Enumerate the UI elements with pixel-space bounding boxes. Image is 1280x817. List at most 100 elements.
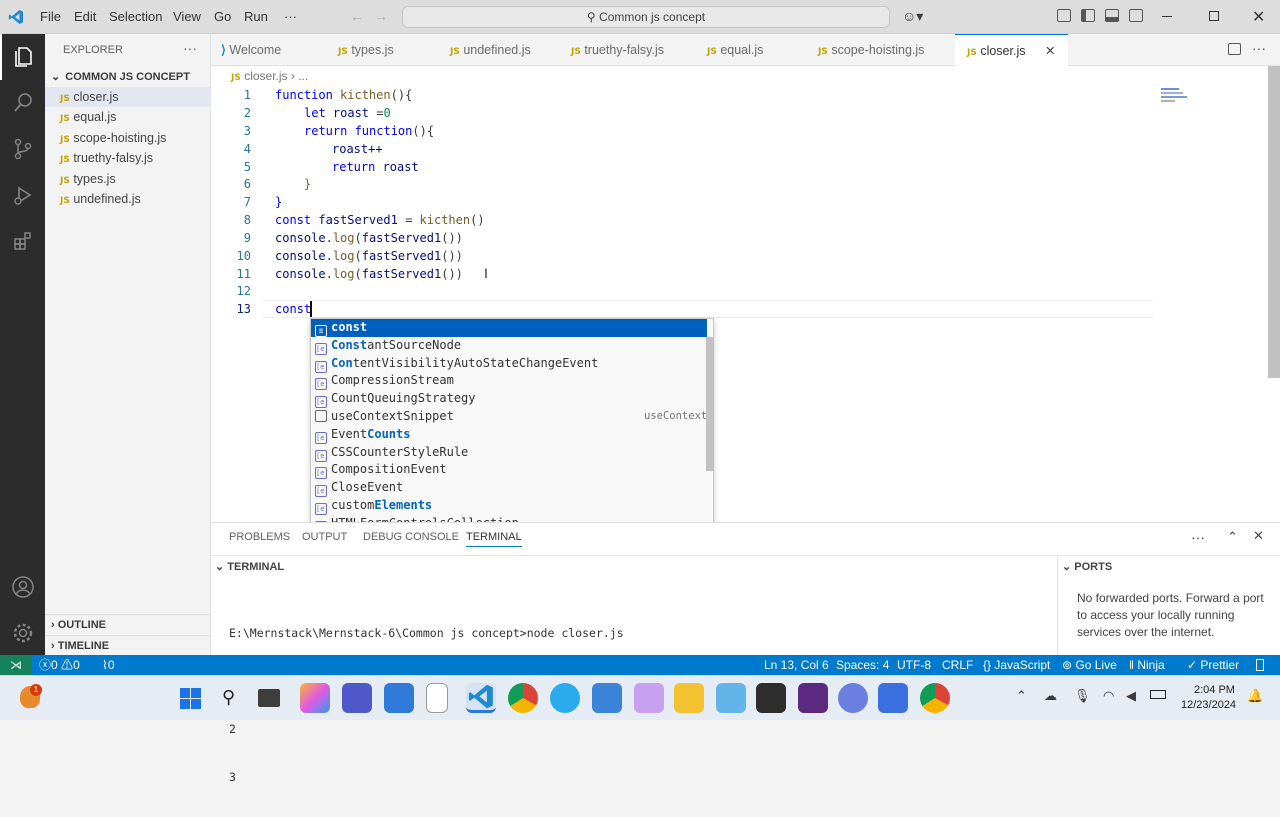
minimap[interactable] xyxy=(1161,86,1191,110)
breadcrumb-rest[interactable]: ... xyxy=(298,69,308,83)
layout-customize-icon[interactable] xyxy=(1057,9,1071,22)
suggestion-item[interactable]: [e] CSSCounterStyleRule xyxy=(311,444,707,462)
menu-more[interactable]: ··· xyxy=(284,0,297,34)
clock-date[interactable]: 12/23/2024 xyxy=(1181,699,1236,711)
menu-selection[interactable]: Selection xyxy=(109,0,162,34)
suggestion-item[interactable]: [e] customElements xyxy=(311,497,707,515)
notification-bell-icon[interactable]: 🔔 xyxy=(1247,688,1263,704)
file-item-types[interactable]: JS types.js xyxy=(45,169,211,189)
ports-status[interactable]: ⌇0 xyxy=(102,655,115,675)
menu-run[interactable]: Run xyxy=(244,0,268,34)
ninja-status[interactable]: ‖ Ninja xyxy=(1129,655,1165,675)
file-item-scope-hoisting[interactable]: JS scope-hoisting.js xyxy=(45,128,211,148)
go-live-button[interactable]: ⊚ Go Live xyxy=(1062,655,1117,675)
copilot-app-icon[interactable] xyxy=(300,683,330,713)
outline-section[interactable]: › OUTLINE xyxy=(45,614,211,634)
wifi-icon[interactable]: ◠ xyxy=(1103,688,1114,704)
file-explorer-icon[interactable] xyxy=(674,683,704,713)
toggle-secondary-sidebar-icon[interactable] xyxy=(1129,9,1143,22)
cursor-position[interactable]: Ln 13, Col 6 xyxy=(764,655,829,675)
suggestion-scrollbar[interactable] xyxy=(706,337,714,471)
suggestion-item[interactable]: useContextSnippet useContext xyxy=(311,408,707,426)
more-actions-icon[interactable]: ··· xyxy=(1191,529,1205,545)
task-view-icon[interactable] xyxy=(258,689,280,707)
terminal-view[interactable]: ⌄ TERMINAL E:\Mernstack\Mernstack-6\Comm… xyxy=(211,555,1057,784)
close-panel-icon[interactable]: ✕ xyxy=(1253,528,1264,544)
menu-file[interactable]: File xyxy=(40,0,61,34)
tab-truethy-falsy[interactable]: JS truethy-falsy.js xyxy=(571,34,664,66)
menu-go[interactable]: Go xyxy=(214,0,231,34)
close-tab-icon[interactable]: ✕ xyxy=(1045,35,1055,67)
suggestion-item-selected[interactable]: ≡ const xyxy=(311,319,707,337)
file-item-closer[interactable]: JS closer.js xyxy=(45,87,211,107)
back-arrow-icon[interactable]: ← xyxy=(350,8,364,24)
problems-status[interactable]: ⓧ0 ⚠0 xyxy=(39,655,80,675)
store-icon[interactable] xyxy=(384,683,414,713)
suggestion-item[interactable]: [e] EventCounts xyxy=(311,426,707,444)
tab-problems[interactable]: PROBLEMS xyxy=(229,531,290,543)
explorer-icon[interactable] xyxy=(0,34,45,80)
mysql-icon[interactable] xyxy=(592,683,622,713)
tab-scope-hoisting[interactable]: JS scope-hoisting.js xyxy=(818,34,924,66)
cloud-icon[interactable]: ☁ xyxy=(1044,688,1057,704)
app-icon[interactable] xyxy=(838,683,868,713)
source-control-icon[interactable] xyxy=(0,126,45,172)
suggestion-item[interactable]: [e] CloseEvent xyxy=(311,479,707,498)
telegram-icon[interactable] xyxy=(550,683,580,713)
tab-equal[interactable]: JS equal.js xyxy=(707,34,763,66)
terminal-app-icon[interactable] xyxy=(756,683,786,713)
gear-icon[interactable] xyxy=(0,610,45,656)
forward-arrow-icon[interactable]: → xyxy=(374,8,388,24)
suggestion-item[interactable]: [e] ConstantSourceNode xyxy=(311,337,707,355)
editor-scrollbar[interactable] xyxy=(1268,66,1280,378)
teams-icon[interactable] xyxy=(342,683,372,713)
end-of-line[interactable]: CRLF xyxy=(942,655,973,675)
chrome-profile-icon[interactable] xyxy=(920,683,950,713)
edge-icon[interactable] xyxy=(716,683,746,713)
suggestion-item[interactable]: [e] CountQueuingStrategy xyxy=(311,390,707,409)
chat-app-icon[interactable] xyxy=(878,683,908,713)
suggestion-item[interactable]: [e] CompressionStream xyxy=(311,372,707,391)
split-editor-icon[interactable] xyxy=(1228,43,1241,55)
indentation[interactable]: Spaces: 4 xyxy=(836,655,889,675)
toggle-panel-icon[interactable] xyxy=(1105,9,1119,22)
tab-output[interactable]: OUTPUT xyxy=(302,531,347,543)
search-view-icon[interactable] xyxy=(0,80,45,126)
clock-time[interactable]: 2:04 PM xyxy=(1194,684,1235,696)
timeline-section[interactable]: › TIMELINE xyxy=(45,635,211,655)
ports-view[interactable]: ⌄ PORTS No forwarded ports. Forward a po… xyxy=(1057,555,1280,656)
chrome-icon[interactable] xyxy=(508,683,538,713)
tab-undefined[interactable]: JS undefined.js xyxy=(450,34,531,66)
command-center-search[interactable]: ⚲ Common js concept xyxy=(402,6,890,28)
vscode-taskbar-icon[interactable] xyxy=(466,683,496,713)
more-actions-icon[interactable]: ··· xyxy=(183,40,197,56)
suggestion-widget[interactable]: ≡ const [e] ConstantSourceNode [e] ContentV… xyxy=(310,318,714,534)
file-item-truethy-falsy[interactable]: JS truethy-falsy.js xyxy=(45,148,211,168)
visual-studio-icon[interactable] xyxy=(798,683,828,713)
pen-app-icon[interactable] xyxy=(634,683,664,713)
account-icon[interactable] xyxy=(0,564,45,610)
notifications-icon[interactable] xyxy=(1256,659,1264,671)
prettier-status[interactable]: ✓ Prettier xyxy=(1187,655,1239,675)
close-window-icon[interactable]: ✕ xyxy=(1252,7,1265,27)
chevron-up-icon[interactable]: ⌃ xyxy=(1016,688,1027,704)
more-actions-icon[interactable]: ··· xyxy=(1252,40,1266,56)
chevron-up-icon[interactable]: ⌃ xyxy=(1227,529,1238,545)
tab-debug-console[interactable]: DEBUG CONSOLE xyxy=(363,531,459,543)
menu-view[interactable]: View xyxy=(173,0,201,34)
battery-icon[interactable] xyxy=(1150,690,1166,699)
restore-icon[interactable] xyxy=(1209,11,1219,21)
file-item-undefined[interactable]: JS undefined.js xyxy=(45,189,211,209)
windows-start-icon[interactable] xyxy=(180,688,201,709)
file-item-equal[interactable]: JS equal.js xyxy=(45,107,211,127)
breadcrumb-file[interactable]: closer.js xyxy=(244,69,287,83)
toggle-sidebar-icon[interactable] xyxy=(1081,9,1095,22)
notepad-icon[interactable] xyxy=(426,683,448,713)
tab-terminal[interactable]: TERMINAL xyxy=(466,531,522,547)
tab-closer-active[interactable]: JS closer.js ✕ xyxy=(955,34,1068,66)
copilot-icon[interactable]: ☺▾ xyxy=(902,8,923,25)
folder-header[interactable]: ⌄ COMMON JS CONCEPT xyxy=(45,67,211,87)
encoding[interactable]: UTF-8 xyxy=(897,655,931,675)
menu-edit[interactable]: Edit xyxy=(74,0,96,34)
suggestion-item[interactable]: [e] ContentVisibilityAutoStateChangeEvent xyxy=(311,355,707,373)
